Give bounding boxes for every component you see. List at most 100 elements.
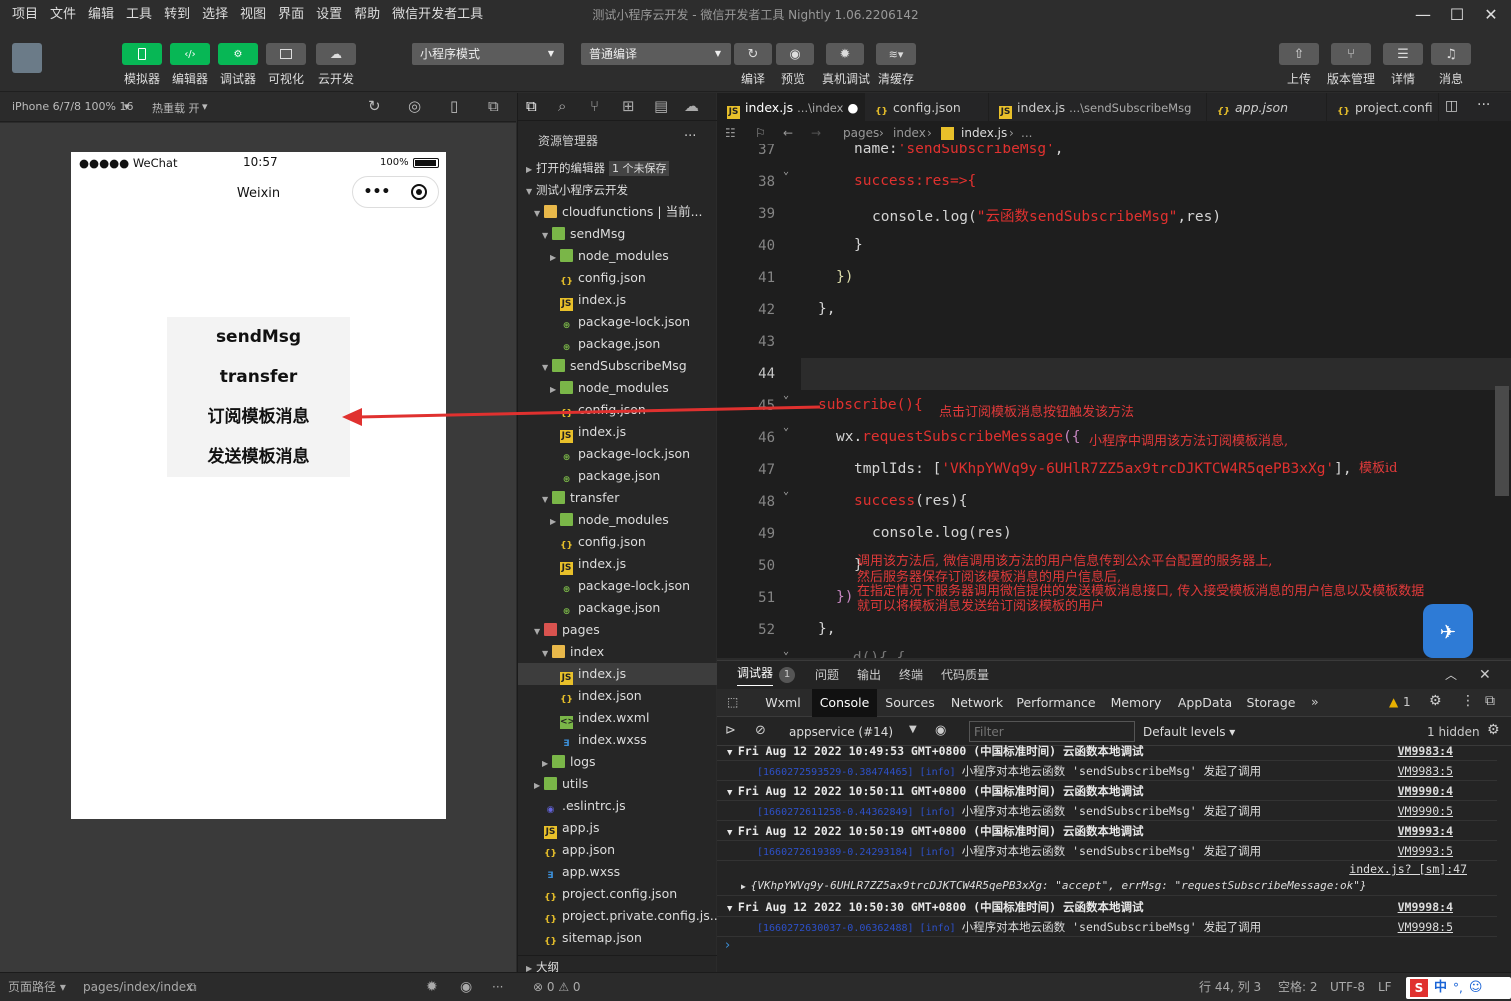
tab-memory[interactable]: Memory	[1107, 689, 1165, 717]
gear-icon[interactable]: ⚙	[1487, 722, 1500, 738]
console-row[interactable]: [1660272630037-0.06362488] [info] 小程序对本地云…	[717, 917, 1497, 937]
more-icon[interactable]: ⋮	[1461, 693, 1475, 709]
log-source-link[interactable]: index.js? [sm]:47	[1349, 861, 1467, 877]
log-source-link[interactable]: VM9983:4	[1398, 741, 1453, 760]
tab-performance[interactable]: Performance	[1015, 689, 1097, 717]
tab-sendsubscribe-index-js[interactable]: JS index.js ...\sendSubscribeMsg	[989, 93, 1207, 122]
extensions-icon[interactable]: ⊞	[622, 97, 635, 115]
more-icon[interactable]: ···	[492, 973, 503, 1001]
menu-item[interactable]: 转到	[158, 0, 196, 30]
open-editors-header[interactable]: ▶ 打开的编辑器 1 个未保存	[518, 157, 717, 179]
more-icon[interactable]: •••	[364, 184, 391, 200]
visual-button[interactable]	[266, 43, 306, 65]
editor-toggle-button[interactable]: ‹/›	[170, 43, 210, 65]
panel-tab-terminal[interactable]: 终端	[899, 661, 923, 689]
tree-item[interactable]: ⊛ package-lock.json	[518, 575, 717, 597]
tree-item[interactable]: ▶ node_modules	[518, 509, 717, 531]
panel-tab-quality[interactable]: 代码质量	[941, 661, 989, 689]
undock-icon[interactable]: ⧉	[1485, 693, 1495, 709]
panel-tab-output[interactable]: 输出	[857, 661, 881, 689]
log-source-link[interactable]: VM9998:4	[1398, 897, 1453, 916]
tree-item[interactable]: ⊛ package.json	[518, 465, 717, 487]
tree-item[interactable]: JS app.js	[518, 817, 717, 839]
maximize-icon[interactable]: ☐	[1446, 5, 1468, 25]
message-button[interactable]: ♫	[1431, 43, 1471, 65]
fold-chevron-icon[interactable]: ⌄	[783, 166, 789, 177]
menu-item[interactable]: 界面	[272, 0, 310, 30]
log-source-link[interactable]: VM9993:5	[1398, 841, 1453, 860]
panel-tab-problems[interactable]: 问题	[815, 661, 839, 689]
tree-item[interactable]: JS index.js	[518, 421, 717, 443]
close-icon[interactable]: ✕	[1480, 5, 1502, 25]
source-control-icon[interactable]: ⑂	[590, 97, 599, 115]
tab-sources[interactable]: Sources	[882, 689, 938, 717]
console-prompt[interactable]: ›	[725, 938, 730, 953]
log-source-link[interactable]: VM9990:4	[1398, 781, 1453, 800]
problems-count[interactable]: ⊗ 0 ⚠ 0	[533, 973, 581, 1001]
tree-item[interactable]: ⊛ package-lock.json	[518, 311, 717, 333]
tab-wxml[interactable]: Wxml	[759, 689, 807, 717]
tab-console[interactable]: Console	[812, 689, 877, 717]
encoding[interactable]: UTF-8	[1330, 973, 1365, 1001]
tab-index-js[interactable]: JS index.js ...\index ●	[717, 93, 865, 122]
cloud-dev-button[interactable]: ☁	[316, 43, 356, 65]
remote-debug-button[interactable]: ✹	[826, 43, 864, 65]
tree-item[interactable]: ∃ index.wxss	[518, 729, 717, 751]
upload-button[interactable]: ⇧	[1279, 43, 1319, 65]
tree-item[interactable]: ▼ pages	[518, 619, 717, 641]
version-button[interactable]: ⑂	[1331, 43, 1371, 65]
panel-tab-debugger[interactable]: 调试器	[737, 661, 774, 686]
details-button[interactable]: ☰	[1383, 43, 1423, 65]
chevron-down-icon[interactable]: ▼	[717, 748, 738, 758]
tree-item[interactable]: ◉ .eslintrc.js	[518, 795, 717, 817]
mode-select[interactable]: 小程序模式 ▼	[412, 43, 564, 65]
chevron-down-icon[interactable]: ▼	[717, 788, 738, 798]
popout-icon[interactable]: ⧉	[488, 97, 499, 115]
eye-icon[interactable]: ◉	[460, 973, 472, 1001]
tree-item[interactable]: {} config.json	[518, 267, 717, 289]
send-template-button[interactable]: 发送模板消息	[167, 437, 350, 477]
bird-icon[interactable]: ✈	[1423, 604, 1473, 658]
chevron-up-icon[interactable]: ︿	[1445, 661, 1457, 689]
split-editor-icon[interactable]: ◫	[1445, 98, 1458, 114]
chevron-down-icon[interactable]: ▼	[717, 904, 738, 914]
storage-icon[interactable]: ▤	[654, 97, 668, 115]
sendmsg-button[interactable]: sendMsg	[167, 317, 350, 357]
tree-item[interactable]: ▶ node_modules	[518, 245, 717, 267]
console-row[interactable]: ▼ Fri Aug 12 2022 10:50:11 GMT+0800 (中国标…	[717, 781, 1497, 801]
warning-icon[interactable]: ▲	[1389, 695, 1398, 709]
tree-item[interactable]: ⊛ package-lock.json	[518, 443, 717, 465]
eye-icon[interactable]: ◉	[935, 723, 946, 738]
subscribe-template-button[interactable]: 订阅模板消息	[167, 397, 350, 437]
context-select[interactable]: appservice (#14)	[789, 725, 893, 739]
tree-item[interactable]: JS index.js	[518, 663, 717, 685]
tree-item[interactable]: ▼ sendSubscribeMsg	[518, 355, 717, 377]
console-row[interactable]: [1660272619389-0.24293184] [info] 小程序对本地云…	[717, 841, 1497, 861]
menu-item[interactable]: 项目	[6, 0, 44, 30]
files-icon[interactable]: ⧉	[526, 97, 537, 115]
transfer-button[interactable]: transfer	[167, 357, 350, 397]
back-icon[interactable]: ←	[783, 122, 793, 144]
avatar[interactable]	[12, 43, 42, 73]
console-row[interactable]: index.js? [sm]:47	[717, 861, 1497, 877]
log-source-link[interactable]: VM9983:5	[1398, 761, 1453, 780]
clear-cache-button[interactable]: ≋▾	[876, 43, 916, 65]
tree-item[interactable]: ∃ app.wxss	[518, 861, 717, 883]
more-icon[interactable]: ···	[684, 129, 696, 144]
inspect-icon[interactable]: ⬚	[727, 695, 738, 709]
tree-item[interactable]: ▼ transfer	[518, 487, 717, 509]
tab-network[interactable]: Network	[946, 689, 1008, 717]
fold-chevron-icon[interactable]: ⌄	[783, 486, 789, 497]
console-row[interactable]: ▼ Fri Aug 12 2022 10:50:30 GMT+0800 (中国标…	[717, 897, 1497, 917]
tree-item[interactable]: {} app.json	[518, 839, 717, 861]
menu-item[interactable]: 选择	[196, 0, 234, 30]
log-source-link[interactable]: VM9993:4	[1398, 821, 1453, 840]
log-levels-select[interactable]: Default levels ▾	[1143, 725, 1235, 739]
bug-icon[interactable]: ✹	[426, 973, 438, 1001]
search-icon[interactable]: ⌕	[558, 97, 566, 115]
tree-item[interactable]: {} sitemap.json	[518, 927, 717, 949]
menu-item[interactable]: 帮助	[348, 0, 386, 30]
indent-setting[interactable]: 空格: 2	[1278, 973, 1318, 1001]
tree-item[interactable]: JS index.js	[518, 289, 717, 311]
cursor-position[interactable]: 行 44, 列 3	[1199, 973, 1261, 1001]
